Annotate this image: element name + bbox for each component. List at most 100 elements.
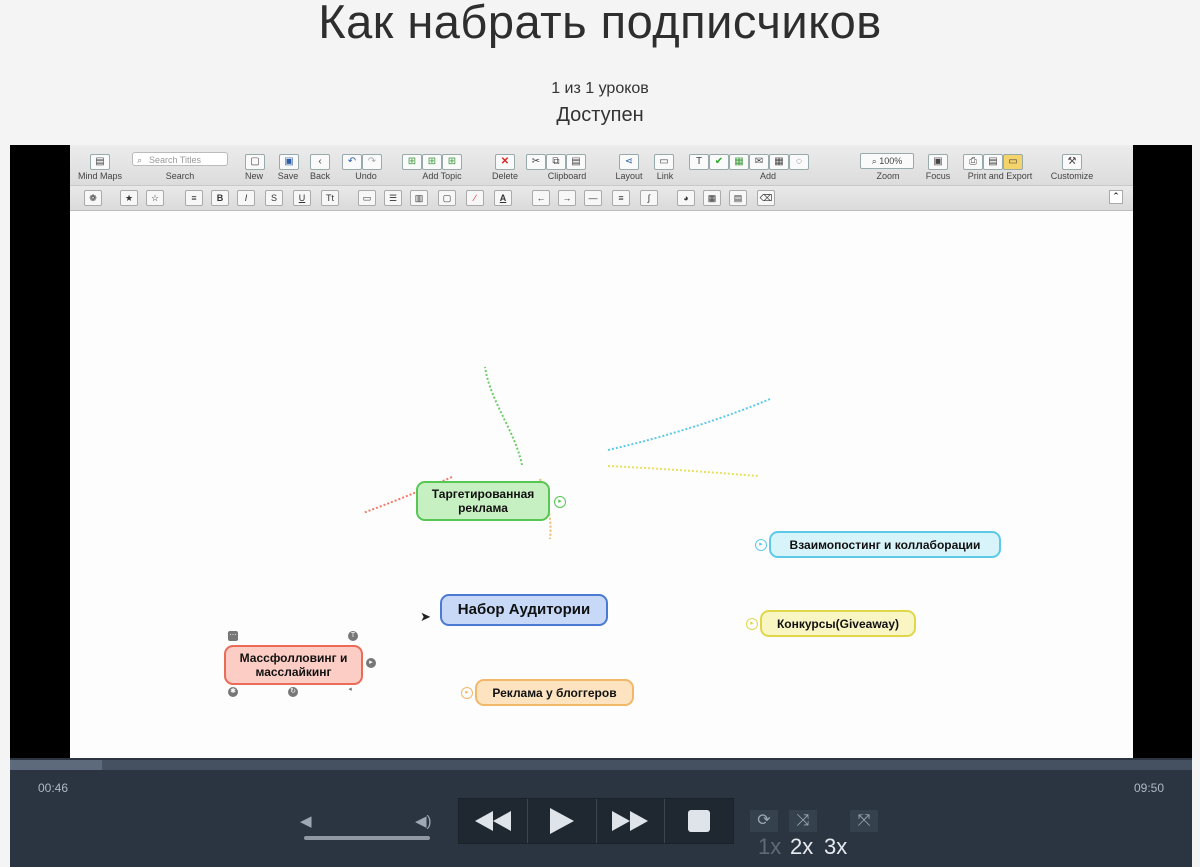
toolbar-label: Search	[165, 171, 195, 181]
collapse-icon[interactable]: ◂	[345, 685, 355, 695]
topic-node[interactable]: Таргетированная реклама	[416, 481, 550, 521]
strikethrough-icon[interactable]: S	[265, 190, 283, 206]
toolbar-label: Back	[309, 171, 331, 181]
zoom-icon[interactable]: ⌕ 100%	[860, 151, 914, 169]
expand-icon[interactable]: ▸	[755, 539, 767, 551]
topic-node[interactable]: Взаимопостинг и коллаборации	[769, 531, 1001, 558]
curve-icon[interactable]: ∫	[640, 190, 658, 206]
expand-icon[interactable]: ▸	[366, 658, 376, 668]
collapse-toolbar-icon[interactable]: ⌃	[1109, 190, 1123, 204]
stop-button[interactable]	[665, 799, 733, 843]
clipboard-icon[interactable]: ✂ ⧉ ▤	[526, 151, 586, 170]
toolbar-label: Add Topic	[422, 171, 462, 181]
bold-icon[interactable]: B	[211, 190, 229, 206]
topic-node-selected[interactable]: Массфолловинг и масслайкинг	[224, 645, 363, 685]
toolbar-label: New	[244, 171, 264, 181]
fill-color-icon[interactable]: ▥	[410, 190, 428, 206]
text-handle-icon[interactable]: T	[348, 631, 358, 641]
topic-label: Взаимопостинг и коллаборации	[789, 537, 981, 552]
star-icon[interactable]: ★	[120, 190, 138, 206]
save-icon[interactable]: ▣	[279, 151, 299, 170]
central-topic[interactable]: Набор Аудитории	[440, 594, 608, 626]
arrow-right-icon[interactable]: →	[558, 190, 576, 206]
border-icon[interactable]: ▢	[438, 190, 456, 206]
shape-icon[interactable]: ▭	[358, 190, 376, 206]
lesson-status: Доступен	[556, 104, 644, 126]
player-controls: 00:46 09:50 ◀ ◀) ⟳ ⤨ ⤧ 1x 2x 3x	[10, 758, 1192, 867]
format-painter-icon[interactable]: ▤	[729, 190, 747, 206]
font-color-icon[interactable]: A	[494, 190, 512, 206]
print-icon[interactable]: ⎙ ▤ ▭	[963, 151, 1023, 170]
focus-icon[interactable]: ▣	[928, 151, 948, 170]
underline-icon[interactable]: U	[293, 190, 311, 206]
topic-node[interactable]: Реклама у блоггеров	[475, 679, 634, 706]
speed-3x[interactable]: 3x	[824, 834, 847, 860]
mind-map-canvas[interactable]: Набор Аудитории Таргетированная реклама …	[70, 211, 1133, 758]
topic-node[interactable]: Конкурсы(Giveaway)	[760, 610, 916, 637]
toolbar-label: Print and Export	[967, 171, 1033, 181]
fast-forward-button[interactable]	[597, 799, 666, 843]
align-center-icon[interactable]: ≡	[185, 190, 203, 206]
notes-icon[interactable]: ⋯	[228, 631, 238, 641]
expand-icon[interactable]: ▸	[554, 496, 566, 508]
text-size-icon[interactable]: Tt	[321, 190, 339, 206]
new-doc-icon[interactable]: ▢	[245, 151, 265, 170]
mouse-cursor-icon: ➤	[420, 609, 431, 624]
central-topic-label: Набор Аудитории	[457, 601, 591, 618]
transport-controls	[458, 798, 734, 844]
line-color-icon[interactable]: ∕	[466, 190, 484, 206]
fast-forward-icon	[612, 811, 649, 831]
undo-icon[interactable]: ↶ ↷	[342, 151, 382, 170]
topic-label: Массфолловинг и масслайкинг	[239, 651, 348, 679]
current-time: 00:46	[38, 781, 69, 795]
add-icon[interactable]: T ✔ ▦ ✉ ▦ ◌	[689, 151, 809, 170]
total-time: 09:50	[1133, 781, 1164, 795]
speed-1x[interactable]: 1x	[758, 834, 781, 860]
search-placeholder: Search Titles	[149, 155, 202, 165]
palette-icon[interactable]: ▦	[703, 190, 721, 206]
delete-icon[interactable]: ✕	[495, 151, 515, 170]
layout-icon[interactable]: ⋖	[619, 151, 639, 170]
play-button[interactable]	[528, 799, 597, 843]
volume-high-icon[interactable]: ◀)	[415, 812, 432, 830]
link-icon[interactable]: ▭	[654, 151, 674, 170]
toolbar-label: Focus	[925, 171, 951, 181]
shuffle-icon[interactable]: ⤨	[789, 810, 817, 832]
seek-bar-progress	[10, 760, 103, 770]
expand-icon[interactable]: ▸	[746, 618, 758, 630]
star-add-icon[interactable]: ☆	[146, 190, 164, 206]
color-wheel-icon[interactable]: ◕	[677, 190, 695, 206]
zoom-value: 100%	[879, 156, 903, 166]
expand-icon[interactable]: ▸	[461, 687, 473, 699]
back-arrow-icon[interactable]: ‹	[310, 151, 330, 170]
play-icon	[549, 808, 574, 834]
rewind-button[interactable]	[459, 799, 528, 843]
toolbar-label: Mind Maps	[77, 171, 123, 181]
settings-handle-icon[interactable]: ✱	[228, 687, 238, 697]
theme-icon[interactable]: ❁	[84, 190, 102, 206]
line-icon[interactable]: —	[584, 190, 602, 206]
arrow-left-icon[interactable]: ←	[532, 190, 550, 206]
italic-icon[interactable]: I	[237, 190, 255, 206]
rotate-handle-icon[interactable]: ↻	[288, 687, 298, 697]
toolbar-label: Layout	[615, 171, 643, 181]
line-weight-icon[interactable]: ≡	[612, 190, 630, 206]
fullscreen-icon[interactable]: ⤧	[850, 810, 878, 832]
app-toolbar: ▤ Mind Maps ⌕ Search Titles Search ▢ New…	[70, 145, 1133, 186]
volume-slider[interactable]	[304, 836, 430, 840]
eraser-icon[interactable]: ⌫	[757, 190, 775, 206]
seek-bar[interactable]	[10, 760, 1192, 770]
speed-2x[interactable]: 2x	[790, 834, 813, 860]
customize-icon[interactable]: ⚒	[1062, 151, 1082, 170]
search-input[interactable]: ⌕ Search Titles	[132, 152, 228, 166]
video-player[interactable]: ▤ Mind Maps ⌕ Search Titles Search ▢ New…	[10, 145, 1192, 867]
add-topic-icon[interactable]: ⊞ ⊞ ⊞	[402, 151, 462, 170]
line-style-icon[interactable]: ☰	[384, 190, 402, 206]
repeat-icon[interactable]: ⟳	[750, 810, 778, 832]
page-header: Как набрать подписчиков 1 из 1 уроков До…	[0, 0, 1200, 145]
video-frame[interactable]: ▤ Mind Maps ⌕ Search Titles Search ▢ New…	[70, 145, 1133, 758]
volume-low-icon[interactable]: ◀	[300, 812, 312, 830]
toolbar-label: Customize	[1050, 171, 1094, 181]
stop-icon	[688, 810, 711, 832]
page-title: Как набрать подписчиков	[318, 0, 882, 48]
